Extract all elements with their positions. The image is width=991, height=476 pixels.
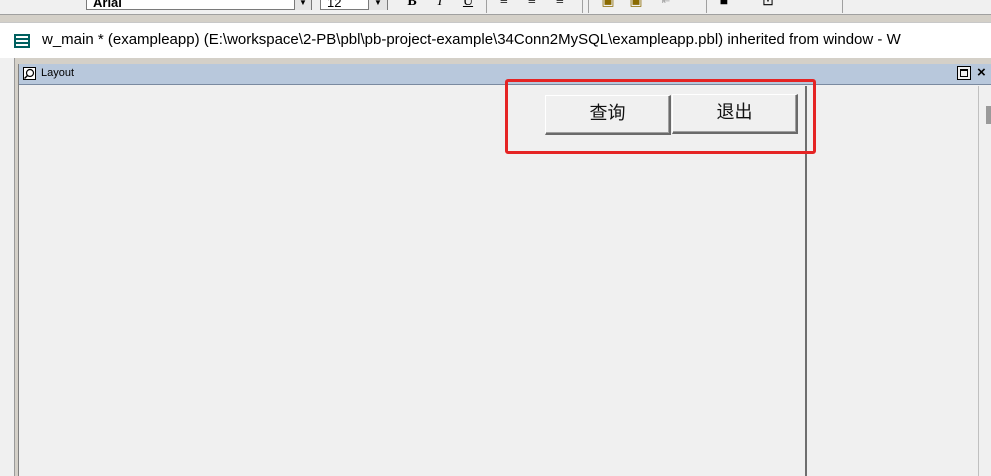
left-frame [0,58,15,476]
toolbar-separator [588,0,589,13]
toolbar-separator [706,0,707,13]
exit-button[interactable]: 退出 [672,94,798,134]
layout-panel-title: Layout [41,67,75,79]
window-canvas[interactable] [19,86,807,476]
align-left-icon[interactable]: ≡ [494,0,514,12]
run-icon[interactable]: ■ [714,0,734,12]
copy-icon[interactable]: ▣ [598,0,618,12]
paste-icon[interactable]: ▣ [626,0,646,12]
canvas-margin [807,86,991,476]
window-title: w_main * (exampleapp) (E:\workspace\2-PB… [42,31,901,48]
underline-button[interactable]: U [458,0,478,12]
align-center-icon[interactable]: ≡ [522,0,542,12]
bold-button[interactable]: B [402,0,422,12]
toolbar: Arial ▼ 12 ▼ B I U ≡ ≡ ≡ ▣ ▣ ⇤ ■ ⊡ [0,0,991,15]
tab-order-icon[interactable]: ⇤ [656,0,676,12]
chevron-down-icon[interactable]: ▼ [294,0,311,10]
preview-icon[interactable]: ⊡ [758,0,778,12]
align-right-icon[interactable]: ≡ [550,0,570,12]
toolbar-separator [582,0,583,13]
chevron-down-icon[interactable]: ▼ [368,0,387,10]
font-size-select[interactable]: 12 ▼ [320,0,388,10]
window-titlebar: w_main * (exampleapp) (E:\workspace\2-PB… [0,22,991,59]
window-icon [14,34,30,48]
maximize-icon[interactable] [957,66,971,80]
font-size-value: 12 [327,0,342,10]
scrollbar-thumb[interactable] [986,106,991,124]
font-name-value: Arial [93,0,122,10]
toolbar-separator [842,0,843,13]
query-button[interactable]: 查询 [545,95,671,135]
layout-icon [23,67,36,80]
vertical-scrollbar[interactable] [978,86,991,476]
layout-panel-header: Layout × [19,64,991,85]
toolbar-separator [486,0,487,13]
close-icon[interactable]: × [977,65,991,81]
font-name-select[interactable]: Arial ▼ [86,0,312,10]
italic-button[interactable]: I [430,0,450,12]
